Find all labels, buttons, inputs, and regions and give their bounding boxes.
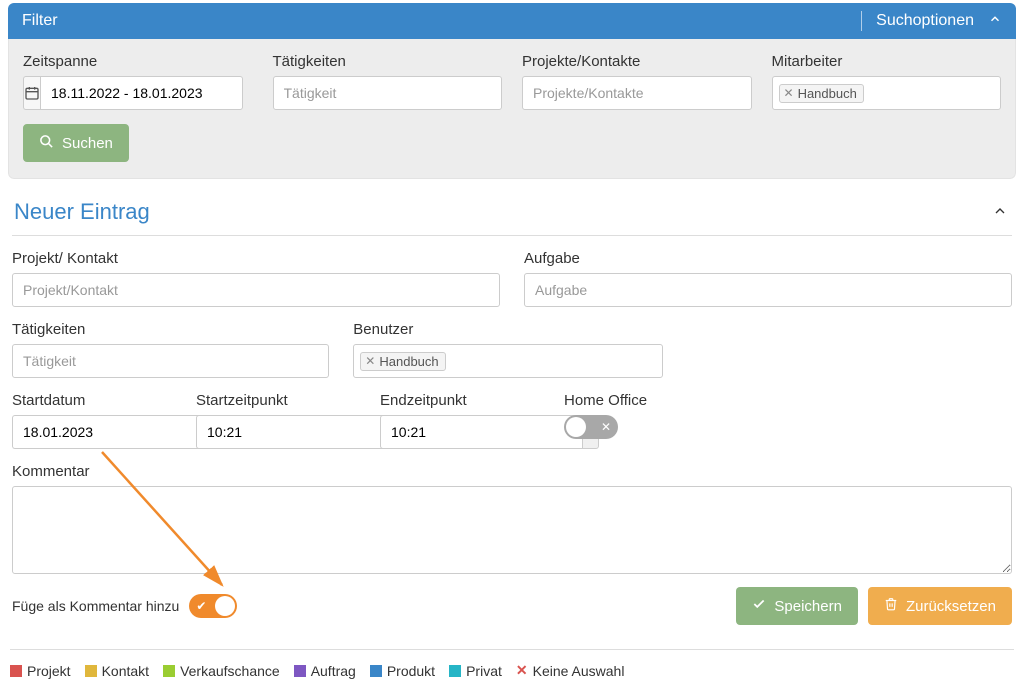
- calendar-icon[interactable]: [23, 76, 40, 110]
- starttime-input[interactable]: [196, 415, 398, 449]
- legend: Projekt Kontakt Verkaufschance Auftrag P…: [10, 649, 1014, 679]
- entry-activities-label: Tätigkeiten: [12, 321, 329, 338]
- search-button-label: Suchen: [62, 135, 113, 152]
- section-title: Neuer Eintrag: [14, 199, 150, 225]
- save-button-label: Speichern: [774, 598, 842, 615]
- endtime-label: Endzeitpunkt: [380, 392, 540, 409]
- trash-icon: [884, 597, 898, 615]
- user-tag-label: Handbuch: [379, 354, 438, 369]
- project-label: Projekt/ Kontakt: [12, 250, 500, 267]
- user-label: Benutzer: [353, 321, 670, 338]
- project-input[interactable]: [12, 273, 500, 307]
- divider: [861, 11, 862, 31]
- task-label: Aufgabe: [524, 250, 1012, 267]
- add-as-comment-label: Füge als Kommentar hinzu: [12, 598, 179, 614]
- staff-tag-label: Handbuch: [798, 86, 857, 101]
- remove-tag-icon[interactable]: ✕: [784, 87, 794, 99]
- homeoffice-label: Home Office: [564, 392, 647, 409]
- toggle-knob: [566, 417, 586, 437]
- timespan-input[interactable]: [40, 76, 243, 110]
- legend-private: Privat: [449, 663, 502, 679]
- task-input[interactable]: [524, 273, 1012, 307]
- comment-label: Kommentar: [12, 463, 1012, 480]
- activities-input[interactable]: [273, 76, 503, 110]
- legend-opportunity: Verkaufschance: [163, 663, 280, 679]
- staff-label: Mitarbeiter: [772, 53, 1002, 70]
- legend-none: ✕Keine Auswahl: [516, 662, 625, 679]
- activities-label: Tätigkeiten: [273, 53, 503, 70]
- save-button[interactable]: Speichern: [736, 587, 858, 625]
- search-icon: [39, 134, 54, 153]
- legend-order: Auftrag: [294, 663, 356, 679]
- startdate-label: Startdatum: [12, 392, 172, 409]
- remove-tag-icon[interactable]: ✕: [365, 355, 375, 367]
- reset-button-label: Zurücksetzen: [906, 598, 996, 615]
- filter-panel: Filter Suchoptionen Zeitspanne Tätigkeit…: [8, 3, 1016, 179]
- filter-body: Zeitspanne Tätigkeiten Projekte/Kontakte…: [8, 39, 1016, 179]
- search-options-link[interactable]: Suchoptionen: [876, 12, 974, 30]
- timespan-label: Zeitspanne: [23, 53, 253, 70]
- staff-input[interactable]: ✕ Handbuch: [772, 76, 1002, 110]
- x-icon: ✕: [601, 420, 611, 434]
- search-button[interactable]: Suchen: [23, 124, 129, 162]
- check-icon: ✔: [196, 599, 206, 613]
- legend-project: Projekt: [10, 663, 71, 679]
- endtime-input[interactable]: [380, 415, 582, 449]
- staff-tag[interactable]: ✕ Handbuch: [779, 84, 864, 103]
- chevron-up-icon[interactable]: [992, 203, 1008, 222]
- legend-contact: Kontakt: [85, 663, 149, 679]
- filter-header: Filter Suchoptionen: [8, 3, 1016, 39]
- chevron-up-icon[interactable]: [988, 12, 1002, 31]
- toggle-knob: [215, 596, 235, 616]
- x-icon: ✕: [516, 662, 528, 679]
- starttime-label: Startzeitpunkt: [196, 392, 356, 409]
- projects-label: Projekte/Kontakte: [522, 53, 752, 70]
- user-input[interactable]: ✕ Handbuch: [353, 344, 663, 378]
- check-icon: [752, 597, 766, 615]
- entry-activities-input[interactable]: [12, 344, 329, 378]
- reset-button[interactable]: Zurücksetzen: [868, 587, 1012, 625]
- user-tag[interactable]: ✕ Handbuch: [360, 352, 445, 371]
- projects-input[interactable]: [522, 76, 752, 110]
- new-entry-section: Neuer Eintrag Projekt/ Kontakt Aufgabe T…: [12, 197, 1012, 625]
- filter-title: Filter: [22, 12, 58, 30]
- legend-product: Produkt: [370, 663, 435, 679]
- add-as-comment-toggle[interactable]: ✔: [189, 594, 237, 618]
- startdate-input[interactable]: [12, 415, 214, 449]
- homeoffice-toggle[interactable]: ✕: [564, 415, 618, 439]
- comment-textarea[interactable]: [12, 486, 1012, 574]
